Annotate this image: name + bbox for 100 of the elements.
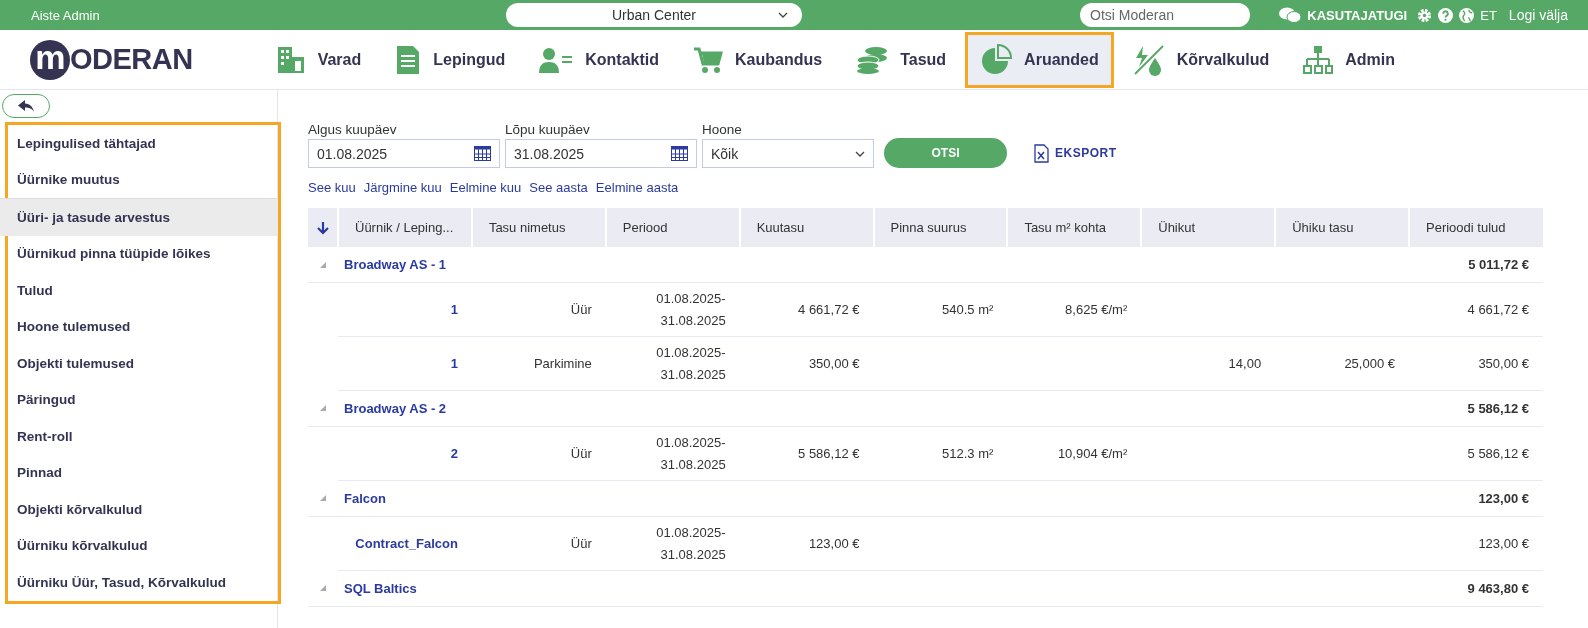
sidebar-item[interactable]: Lepingulised tähtajad [8, 125, 278, 162]
column-header[interactable]: Tasu nimetus [471, 208, 606, 247]
tenant-group-link[interactable]: SQL Baltics [338, 570, 740, 607]
calendar-icon[interactable] [474, 146, 491, 161]
sidebar-item[interactable]: Üürnike muutus [8, 161, 278, 198]
column-header[interactable]: Perioodi tulud [1409, 208, 1543, 247]
end-date-label: Lõpu kuupäev [505, 122, 591, 137]
sidebar-item[interactable]: Rent-roll [8, 418, 278, 455]
column-header[interactable]: Pinna suurus [873, 208, 1008, 247]
reply-arrow-icon [18, 100, 34, 112]
chevron-down-icon [855, 150, 865, 157]
globe-icon[interactable] [1459, 7, 1475, 23]
sidebar-item[interactable]: Hoone tulemused [8, 308, 278, 345]
sidebar-item[interactable]: Tulud [8, 272, 278, 309]
sidebar-item[interactable]: Üüri- ja tasude arvestus [0, 198, 278, 236]
moderan-logo[interactable]: m ODERAN [30, 39, 193, 80]
table-cell: 01.08.2025-31.08.2025 [605, 282, 740, 337]
nav-tab[interactable]: Kaubandus [678, 31, 838, 88]
sidebar-item[interactable]: Üürniku kõrvalkulud [8, 527, 278, 564]
table-cell: Üür [471, 516, 606, 571]
table-cell: 8,625 €/m² [1007, 282, 1142, 337]
sidebar-item[interactable]: Päringud [8, 381, 278, 418]
end-date-field[interactable]: 31.08.2025 [505, 139, 697, 168]
contract-link[interactable]: 1 [338, 282, 472, 337]
nav-tab[interactable]: Kontaktid [524, 31, 675, 88]
bolt-drop-icon [1132, 43, 1165, 76]
table-cell: Üür [471, 426, 606, 481]
table-cell: 25,000 € [1275, 336, 1409, 391]
nav-tab[interactable]: Admin [1288, 31, 1410, 88]
sidebar-item[interactable]: Pinnad [8, 454, 278, 491]
date-range-link[interactable]: Eelmine kuu [449, 180, 522, 195]
table-cell: 4 661,72 € [1409, 282, 1543, 337]
chevron-down-icon [778, 12, 788, 18]
table-cell: 5 586,12 € [739, 426, 874, 481]
nav-tab[interactable]: Varad [260, 31, 377, 88]
calendar-icon[interactable] [671, 146, 688, 161]
pie-chart-icon [980, 43, 1013, 76]
table-cell: 350,00 € [739, 336, 874, 391]
sidebar-item[interactable]: Üürniku Üür, Tasud, Kõrvalkulud [8, 564, 278, 601]
collapse-triangle-icon[interactable] [320, 261, 326, 268]
column-header[interactable]: Periood [605, 208, 740, 247]
group-total: 9 463,80 € [1409, 570, 1543, 607]
group-total: 5 011,72 € [1409, 247, 1543, 283]
nav-tab[interactable]: Kõrvalkulud [1117, 31, 1285, 88]
start-date-label: Algus kuupäev [308, 122, 398, 137]
tenant-group-link[interactable]: Broadway AS - 2 [338, 390, 740, 427]
nav-tab[interactable]: Lepingud [380, 31, 521, 88]
table-cell: 5 586,12 € [1409, 426, 1543, 481]
column-header[interactable]: Tasu m² kohta [1007, 208, 1142, 247]
table-cell: 4 661,72 € [739, 282, 874, 337]
table-cell: 01.08.2025-31.08.2025 [605, 336, 740, 391]
building-select[interactable]: Urban Center [506, 3, 802, 27]
column-header[interactable]: Ühiku tasu [1275, 208, 1409, 247]
column-header[interactable]: Ühikut [1141, 208, 1276, 247]
nav-tab[interactable]: Aruanded [965, 31, 1114, 88]
excel-file-icon[interactable] [1034, 143, 1049, 163]
column-header[interactable]: Kuutasu [739, 208, 874, 247]
export-link[interactable]: EKSPORT [1055, 146, 1117, 160]
coins-icon [856, 45, 889, 74]
date-range-link[interactable]: Eelmine aasta [595, 180, 679, 195]
table-cell: 14,00 [1141, 336, 1276, 391]
column-header[interactable]: Üürnik / Leping... [338, 208, 472, 247]
start-date-field[interactable]: 01.08.2025 [308, 139, 500, 168]
table-cell: 350,00 € [1409, 336, 1543, 391]
buildings-icon [275, 44, 306, 75]
date-range-link[interactable]: Järgmine kuu [363, 180, 442, 195]
help-icon[interactable] [1438, 7, 1454, 23]
table-cell: 540.5 m² [873, 282, 1008, 337]
cart-icon [693, 45, 724, 74]
sidebar-item[interactable]: Üürnikud pinna tüüpide lõikes [8, 235, 278, 272]
collapse-triangle-icon[interactable] [320, 405, 326, 412]
sort-arrow-icon[interactable] [316, 221, 329, 236]
nav-tab[interactable]: Tasud [841, 31, 962, 88]
contract-link[interactable]: 1 [338, 336, 472, 391]
table-cell: Parkimine [471, 336, 606, 391]
table-cell: 123,00 € [739, 516, 874, 571]
tenant-group-link[interactable]: Broadway AS - 1 [338, 247, 740, 283]
org-chart-icon [1303, 44, 1334, 75]
date-range-link[interactable]: See kuu [308, 180, 356, 195]
building-dropdown[interactable]: Kõik [702, 139, 874, 168]
table-cell: 512.3 m² [873, 426, 1008, 481]
table-cell: 123,00 € [1409, 516, 1543, 571]
group-total: 5 586,12 € [1409, 390, 1543, 427]
search-field[interactable]: Otsi Moderan [1080, 3, 1250, 27]
sidebar-item[interactable]: Objekti kõrvalkulud [8, 491, 278, 528]
building-label: Hoone [702, 122, 743, 137]
sidebar-item[interactable]: Objekti tulemused [8, 345, 278, 382]
table-cell: 10,904 €/m² [1007, 426, 1142, 481]
contract-link[interactable]: 2 [338, 426, 472, 481]
tenant-group-link[interactable]: Falcon [338, 480, 740, 517]
contract-link[interactable]: Contract_Falcon [338, 516, 472, 571]
contact-icon [539, 45, 574, 74]
table-cell: 01.08.2025-31.08.2025 [605, 426, 740, 481]
date-range-link[interactable]: See aasta [529, 180, 588, 195]
chat-icon[interactable] [1279, 7, 1302, 23]
group-total: 123,00 € [1409, 480, 1543, 517]
collapse-triangle-icon[interactable] [320, 495, 326, 502]
settings-icon[interactable] [1417, 7, 1433, 23]
collapse-triangle-icon[interactable] [320, 585, 326, 592]
document-icon [395, 44, 422, 75]
